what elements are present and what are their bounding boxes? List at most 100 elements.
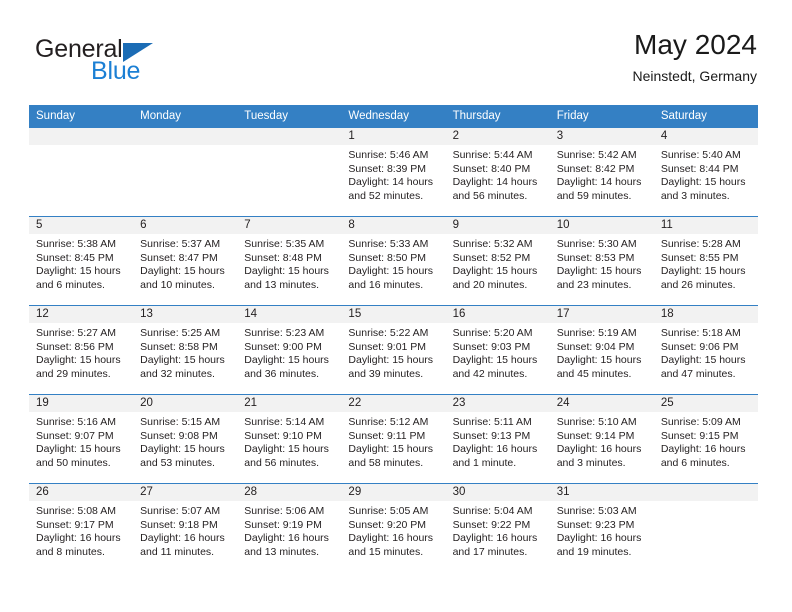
- daylight-text-line1: Daylight: 15 hours: [660, 265, 746, 278]
- calendar-header-row: Sunday Monday Tuesday Wednesday Thursday…: [29, 105, 758, 128]
- sunrise-text: Sunrise: 5:03 AM: [556, 505, 637, 517]
- calendar-day-cell[interactable]: 3 Sunrise: 5:42 AM Sunset: 8:42 PM Daylight…: [549, 127, 654, 217]
- daylight-text-line1: Daylight: 15 hours: [244, 265, 329, 278]
- calendar-day-cell[interactable]: 2 Sunrise: 5:44 AM Sunset: 8:40 PM Daylight…: [445, 127, 550, 217]
- calendar-day-cell[interactable]: 29 Sunrise: 5:05 AM Sunset: 9:20 PM Dayligh…: [341, 483, 446, 572]
- daylight-text-line1: Daylight: 16 hours: [348, 532, 434, 545]
- weekday-header-thursday: Thursday: [445, 105, 550, 128]
- day-sun-info: Sunrise: 5:12 AM Sunset: 9:11 PM Daylight:…: [341, 412, 445, 470]
- daylight-text-line2: and 36 minutes.: [244, 367, 319, 380]
- calendar-day-cell[interactable]: 6 Sunrise: 5:37 AM Sunset: 8:47 PM Daylight…: [133, 216, 238, 306]
- calendar-day-cell[interactable]: 24 Sunrise: 5:10 AM Sunset: 9:14 PM Dayligh…: [549, 394, 654, 484]
- day-cell-content: 26 Sunrise: 5:08 AM Sunset: 9:17 PM Dayligh…: [29, 484, 134, 572]
- daylight-text-line1: Daylight: 15 hours: [452, 354, 538, 367]
- weekday-header-saturday: Saturday: [653, 105, 758, 128]
- calendar-day-cell[interactable]: 10 Sunrise: 5:30 AM Sunset: 8:53 PM Dayligh…: [549, 216, 654, 306]
- sunrise-text: Sunrise: 5:20 AM: [452, 327, 533, 339]
- daylight-text-line2: and 8 minutes.: [36, 545, 105, 558]
- sunset-text: Sunset: 9:18 PM: [140, 518, 218, 531]
- day-cell-content: 17 Sunrise: 5:19 AM Sunset: 9:04 PM Dayligh…: [549, 306, 654, 394]
- day-number: 30: [445, 484, 550, 501]
- daylight-text-line2: and 58 minutes.: [348, 456, 424, 469]
- daylight-text-line1: Daylight: 16 hours: [660, 443, 746, 456]
- daylight-text-line1: Daylight: 15 hours: [660, 176, 746, 189]
- day-sun-info: Sunrise: 5:19 AM Sunset: 9:04 PM Daylight:…: [550, 323, 654, 381]
- daylight-text-line2: and 1 minute.: [452, 456, 517, 469]
- day-cell-content: 19 Sunrise: 5:16 AM Sunset: 9:07 PM Dayligh…: [29, 395, 134, 483]
- page-header: General Blue May 2024 Neinstedt, Germany: [29, 28, 757, 96]
- sunrise-text: Sunrise: 5:11 AM: [452, 416, 532, 428]
- day-cell-content: 23 Sunrise: 5:11 AM Sunset: 9:13 PM Dayligh…: [445, 395, 550, 483]
- calendar-day-cell[interactable]: 22 Sunrise: 5:12 AM Sunset: 9:11 PM Dayligh…: [341, 394, 446, 484]
- sunset-text: Sunset: 8:39 PM: [348, 162, 427, 175]
- day-number: 20: [133, 395, 238, 412]
- daylight-text-line1: Daylight: 14 hours: [556, 176, 642, 189]
- day-cell-content: 11 Sunrise: 5:28 AM Sunset: 8:55 PM Dayligh…: [653, 217, 758, 305]
- day-cell-content: 20 Sunrise: 5:15 AM Sunset: 9:08 PM Dayligh…: [133, 395, 238, 483]
- calendar-day-cell[interactable]: 11 Sunrise: 5:28 AM Sunset: 8:55 PM Dayligh…: [653, 216, 758, 306]
- calendar-day-cell[interactable]: 4 Sunrise: 5:40 AM Sunset: 8:44 PM Daylight…: [653, 127, 758, 217]
- sunset-text: Sunset: 9:17 PM: [36, 518, 114, 531]
- calendar-day-cell[interactable]: 14 Sunrise: 5:23 AM Sunset: 9:00 PM Dayligh…: [237, 305, 342, 395]
- day-cell-content: 12 Sunrise: 5:27 AM Sunset: 8:56 PM Dayligh…: [29, 306, 134, 394]
- calendar-day-cell[interactable]: 30 Sunrise: 5:04 AM Sunset: 9:22 PM Dayligh…: [445, 483, 550, 572]
- daylight-text-line2: and 3 minutes.: [556, 456, 626, 469]
- calendar-day-cell[interactable]: 28 Sunrise: 5:06 AM Sunset: 9:19 PM Dayligh…: [237, 483, 342, 572]
- calendar-day-cell[interactable]: 21 Sunrise: 5:14 AM Sunset: 9:10 PM Dayligh…: [237, 394, 342, 484]
- day-sun-info: Sunrise: 5:11 AM Sunset: 9:13 PM Daylight:…: [446, 412, 550, 470]
- calendar-day-cell[interactable]: 19 Sunrise: 5:16 AM Sunset: 9:07 PM Dayligh…: [29, 394, 134, 484]
- calendar-day-cell[interactable]: 17 Sunrise: 5:19 AM Sunset: 9:04 PM Dayligh…: [549, 305, 654, 395]
- sunset-text: Sunset: 9:22 PM: [452, 518, 531, 531]
- sunset-text: Sunset: 9:00 PM: [244, 340, 322, 353]
- day-sun-info: Sunrise: 5:44 AM Sunset: 8:40 PM Daylight:…: [446, 145, 550, 203]
- day-cell-content: 21 Sunrise: 5:14 AM Sunset: 9:10 PM Dayligh…: [237, 395, 342, 483]
- calendar-day-cell[interactable]: 18 Sunrise: 5:18 AM Sunset: 9:06 PM Dayligh…: [653, 305, 758, 395]
- calendar-day-cell[interactable]: 7 Sunrise: 5:35 AM Sunset: 8:48 PM Daylight…: [237, 216, 342, 306]
- day-sun-info: Sunrise: 5:16 AM Sunset: 9:07 PM Daylight:…: [29, 412, 133, 470]
- calendar-day-cell[interactable]: 31 Sunrise: 5:03 AM Sunset: 9:23 PM Dayligh…: [549, 483, 654, 572]
- calendar-day-cell[interactable]: 23 Sunrise: 5:11 AM Sunset: 9:13 PM Dayligh…: [445, 394, 550, 484]
- day-sun-info: Sunrise: 5:42 AM Sunset: 8:42 PM Daylight:…: [550, 145, 654, 203]
- sunrise-text: Sunrise: 5:14 AM: [244, 416, 325, 428]
- day-number: 31: [549, 484, 654, 501]
- day-number: 10: [549, 217, 654, 234]
- calendar-day-cell[interactable]: 15 Sunrise: 5:22 AM Sunset: 9:01 PM Dayligh…: [341, 305, 446, 395]
- daylight-text-line1: Daylight: 14 hours: [348, 176, 434, 189]
- calendar-day-cell[interactable]: 12 Sunrise: 5:27 AM Sunset: 8:56 PM Dayligh…: [29, 305, 134, 395]
- calendar-day-cell[interactable]: 26 Sunrise: 5:08 AM Sunset: 9:17 PM Dayligh…: [29, 483, 134, 572]
- day-sun-info: Sunrise: 5:40 AM Sunset: 8:44 PM Daylight:…: [654, 145, 758, 203]
- daylight-text-line1: Daylight: 16 hours: [556, 532, 642, 545]
- day-number: 3: [549, 128, 654, 145]
- sunrise-text: Sunrise: 5:37 AM: [140, 238, 221, 250]
- day-cell-content: [29, 128, 134, 216]
- day-number: 22: [341, 395, 446, 412]
- calendar-day-cell[interactable]: 20 Sunrise: 5:15 AM Sunset: 9:08 PM Dayligh…: [133, 394, 238, 484]
- calendar-body: 1 Sunrise: 5:46 AM Sunset: 8:39 PM Daylight…: [29, 127, 758, 572]
- calendar-day-cell[interactable]: 25 Sunrise: 5:09 AM Sunset: 9:15 PM Dayligh…: [653, 394, 758, 484]
- day-number: 8: [341, 217, 446, 234]
- day-sun-info: Sunrise: 5:33 AM Sunset: 8:50 PM Daylight:…: [341, 234, 445, 292]
- sunset-text: Sunset: 8:52 PM: [452, 251, 531, 264]
- sunset-text: Sunset: 8:48 PM: [244, 251, 322, 264]
- day-cell-content: 30 Sunrise: 5:04 AM Sunset: 9:22 PM Dayligh…: [445, 484, 550, 572]
- day-number: 16: [445, 306, 550, 323]
- calendar-day-cell[interactable]: 5 Sunrise: 5:38 AM Sunset: 8:45 PM Daylight…: [29, 216, 134, 306]
- calendar-day-cell[interactable]: 8 Sunrise: 5:33 AM Sunset: 8:50 PM Daylight…: [341, 216, 446, 306]
- daylight-text-line1: Daylight: 15 hours: [556, 265, 642, 278]
- calendar-day-cell[interactable]: 9 Sunrise: 5:32 AM Sunset: 8:52 PM Daylight…: [445, 216, 550, 306]
- general-blue-logo[interactable]: General Blue: [35, 36, 255, 92]
- calendar-day-cell[interactable]: 16 Sunrise: 5:20 AM Sunset: 9:03 PM Dayligh…: [445, 305, 550, 395]
- day-cell-content: 22 Sunrise: 5:12 AM Sunset: 9:11 PM Dayligh…: [341, 395, 446, 483]
- calendar-day-cell[interactable]: 27 Sunrise: 5:07 AM Sunset: 9:18 PM Dayligh…: [133, 483, 238, 572]
- daylight-text-line1: Daylight: 15 hours: [244, 354, 329, 367]
- day-sun-info: Sunrise: 5:04 AM Sunset: 9:22 PM Daylight:…: [446, 501, 550, 559]
- sunrise-text: Sunrise: 5:46 AM: [348, 149, 429, 161]
- sunrise-text: Sunrise: 5:07 AM: [140, 505, 221, 517]
- calendar-week-row: 26 Sunrise: 5:08 AM Sunset: 9:17 PM Dayligh…: [29, 483, 758, 572]
- sunset-text: Sunset: 9:06 PM: [660, 340, 739, 353]
- daylight-text-line2: and 11 minutes.: [140, 545, 215, 558]
- calendar-day-cell[interactable]: 13 Sunrise: 5:25 AM Sunset: 8:58 PM Dayligh…: [133, 305, 238, 395]
- calendar-day-cell[interactable]: 1 Sunrise: 5:46 AM Sunset: 8:39 PM Daylight…: [341, 127, 446, 217]
- daylight-text-line1: Daylight: 15 hours: [140, 354, 225, 367]
- sunrise-text: Sunrise: 5:23 AM: [244, 327, 325, 339]
